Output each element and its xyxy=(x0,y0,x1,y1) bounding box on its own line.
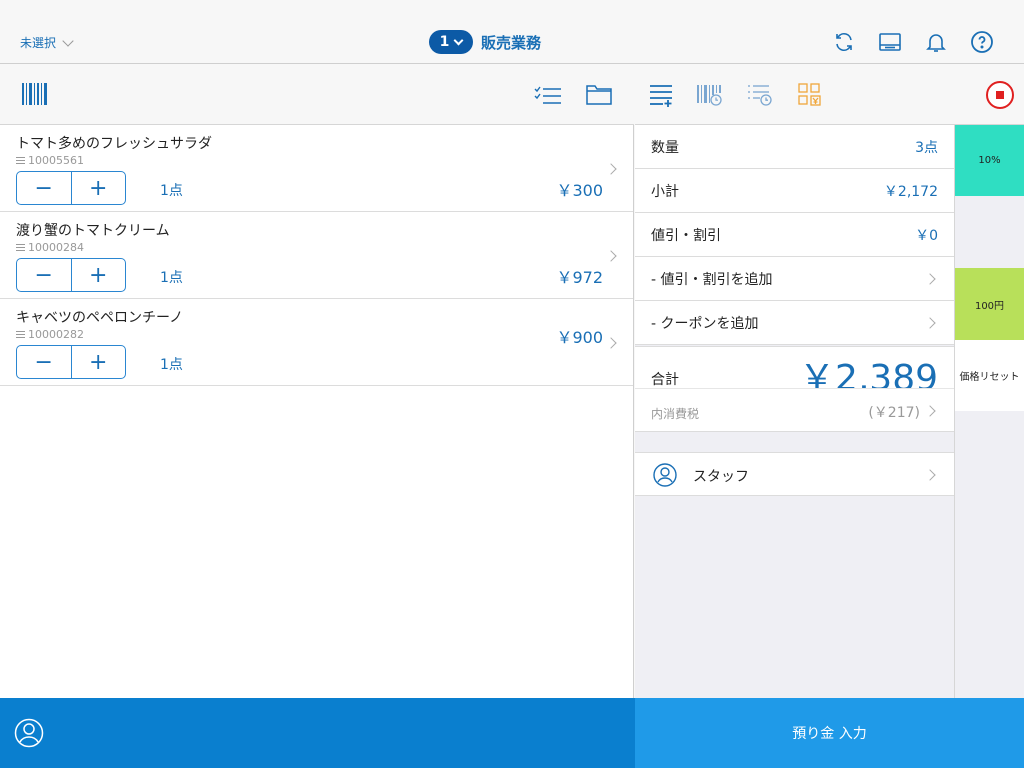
chevron-right-icon xyxy=(924,272,936,285)
item-quantity: 1点 xyxy=(160,357,183,373)
chevron-right-icon xyxy=(924,316,936,329)
quantity-stepper: − + xyxy=(16,171,126,205)
item-code: 10000284 xyxy=(16,241,84,254)
cart-item-list: トマト多めのフレッシュサラダ 10005561 − + 1点 ￥300 渡り蟹の… xyxy=(0,125,634,698)
deposit-input-button[interactable]: 預り金 入力 xyxy=(635,698,1024,768)
sync-icon[interactable] xyxy=(832,30,856,54)
quantity-value: 3点 xyxy=(915,139,938,156)
staff-icon xyxy=(653,463,677,487)
total-label: 合計 xyxy=(651,372,679,388)
customer-icon[interactable] xyxy=(14,718,44,748)
item-code-value: 10000284 xyxy=(28,241,84,254)
left-toolbar xyxy=(0,65,634,125)
subtotal-label: 小計 xyxy=(651,183,679,200)
cart-item[interactable]: トマト多めのフレッシュサラダ 10005561 − + 1点 ￥300 xyxy=(0,125,633,212)
quantity-row: 数量 3点 xyxy=(635,125,954,169)
item-quantity: 1点 xyxy=(160,183,183,199)
deposit-input-label: 預り金 入力 xyxy=(792,726,867,742)
item-code-value: 10005561 xyxy=(28,154,84,167)
item-name: トマト多めのフレッシュサラダ xyxy=(16,136,212,152)
chevron-right-icon[interactable] xyxy=(605,250,617,262)
chevron-right-icon[interactable] xyxy=(605,163,617,175)
barcode-icon[interactable] xyxy=(22,83,48,105)
quantity-stepper: − + xyxy=(16,258,126,292)
cart-item[interactable]: キャベツのペペロンチーノ 10000282 − + 1点 ￥900 xyxy=(0,299,633,386)
item-quantity: 1点 xyxy=(160,270,183,286)
item-code: 10005561 xyxy=(16,154,84,167)
barcode-history-icon[interactable] xyxy=(697,83,723,107)
bell-icon[interactable] xyxy=(924,30,948,54)
checklist-icon[interactable] xyxy=(534,85,562,107)
tax-value: (￥217) xyxy=(868,405,920,421)
folder-icon[interactable] xyxy=(586,83,612,105)
quantity-stepper: − + xyxy=(16,345,126,379)
tax-row[interactable]: 内消費税 (￥217) xyxy=(635,388,954,432)
subtotal-value: ￥2,172 xyxy=(883,183,938,200)
quick-discount-10-percent-button[interactable]: 10% xyxy=(955,125,1024,196)
stop-icon[interactable] xyxy=(985,80,1015,110)
mode-title: 販売業務 xyxy=(481,33,542,52)
order-summary: 数量 3点 小計 ￥2,172 値引・割引 ￥0 - 値引・割引を追加 - クー… xyxy=(635,125,955,698)
increment-button[interactable]: + xyxy=(72,172,126,204)
register-display-icon[interactable] xyxy=(878,30,902,54)
right-toolbar xyxy=(635,65,1024,125)
decrement-button[interactable]: − xyxy=(17,346,72,378)
add-coupon-label: - クーポンを追加 xyxy=(651,315,759,332)
chevron-down-icon xyxy=(62,34,74,47)
top-bar: 未選択 1 販売業務 xyxy=(0,0,1024,64)
total-row: 合計 ￥2,389 xyxy=(635,346,954,399)
price-reset-button[interactable]: 価格リセット xyxy=(955,340,1024,411)
grid-yen-icon[interactable] xyxy=(798,83,822,107)
decrement-button[interactable]: − xyxy=(17,259,72,291)
discount-value: ￥0 xyxy=(915,227,938,244)
item-price: ￥300 xyxy=(556,181,603,200)
help-icon[interactable] xyxy=(970,30,994,54)
top-icon-group xyxy=(832,30,994,54)
store-select-label: 未選択 xyxy=(20,36,57,50)
code-icon xyxy=(16,331,25,338)
add-discount-label: - 値引・割引を追加 xyxy=(651,271,773,288)
chevron-right-icon xyxy=(924,405,936,417)
chevron-right-icon[interactable] xyxy=(605,337,617,349)
quick-discount-100-yen-button[interactable]: 100円 xyxy=(955,268,1024,340)
decrement-button[interactable]: − xyxy=(17,172,72,204)
add-discount-row[interactable]: - 値引・割引を追加 xyxy=(635,257,954,301)
item-name: キャベツのペペロンチーノ xyxy=(16,310,184,326)
register-header: 1 販売業務 xyxy=(429,30,541,54)
staff-row[interactable]: スタッフ xyxy=(635,452,954,496)
staff-label: スタッフ xyxy=(693,469,749,485)
register-select-button[interactable]: 1 xyxy=(429,30,473,54)
quantity-label: 数量 xyxy=(651,139,679,156)
discount-row: 値引・割引 ￥0 xyxy=(635,213,954,257)
item-code: 10000282 xyxy=(16,328,84,341)
add-coupon-row[interactable]: - クーポンを追加 xyxy=(635,301,954,345)
discount-label: 値引・割引 xyxy=(651,227,721,244)
item-code-value: 10000282 xyxy=(28,328,84,341)
list-clock-icon[interactable] xyxy=(747,83,773,107)
subtotal-row: 小計 ￥2,172 xyxy=(635,169,954,213)
item-price: ￥900 xyxy=(556,328,603,347)
customer-bar xyxy=(0,698,635,768)
chevron-down-icon xyxy=(453,35,464,45)
quick-button-column: 10% 100円 価格リセット xyxy=(955,125,1024,698)
increment-button[interactable]: + xyxy=(72,346,126,378)
code-icon xyxy=(16,157,25,164)
register-number: 1 xyxy=(439,34,450,50)
menu-add-icon[interactable] xyxy=(649,83,673,107)
code-icon xyxy=(16,244,25,251)
chevron-right-icon xyxy=(924,469,936,481)
store-select-dropdown[interactable]: 未選択 xyxy=(20,34,74,51)
item-price: ￥972 xyxy=(556,268,603,287)
tax-label: 内消費税 xyxy=(651,407,700,421)
item-name: 渡り蟹のトマトクリーム xyxy=(16,223,170,239)
increment-button[interactable]: + xyxy=(72,259,126,291)
cart-item[interactable]: 渡り蟹のトマトクリーム 10000284 − + 1点 ￥972 xyxy=(0,212,633,299)
